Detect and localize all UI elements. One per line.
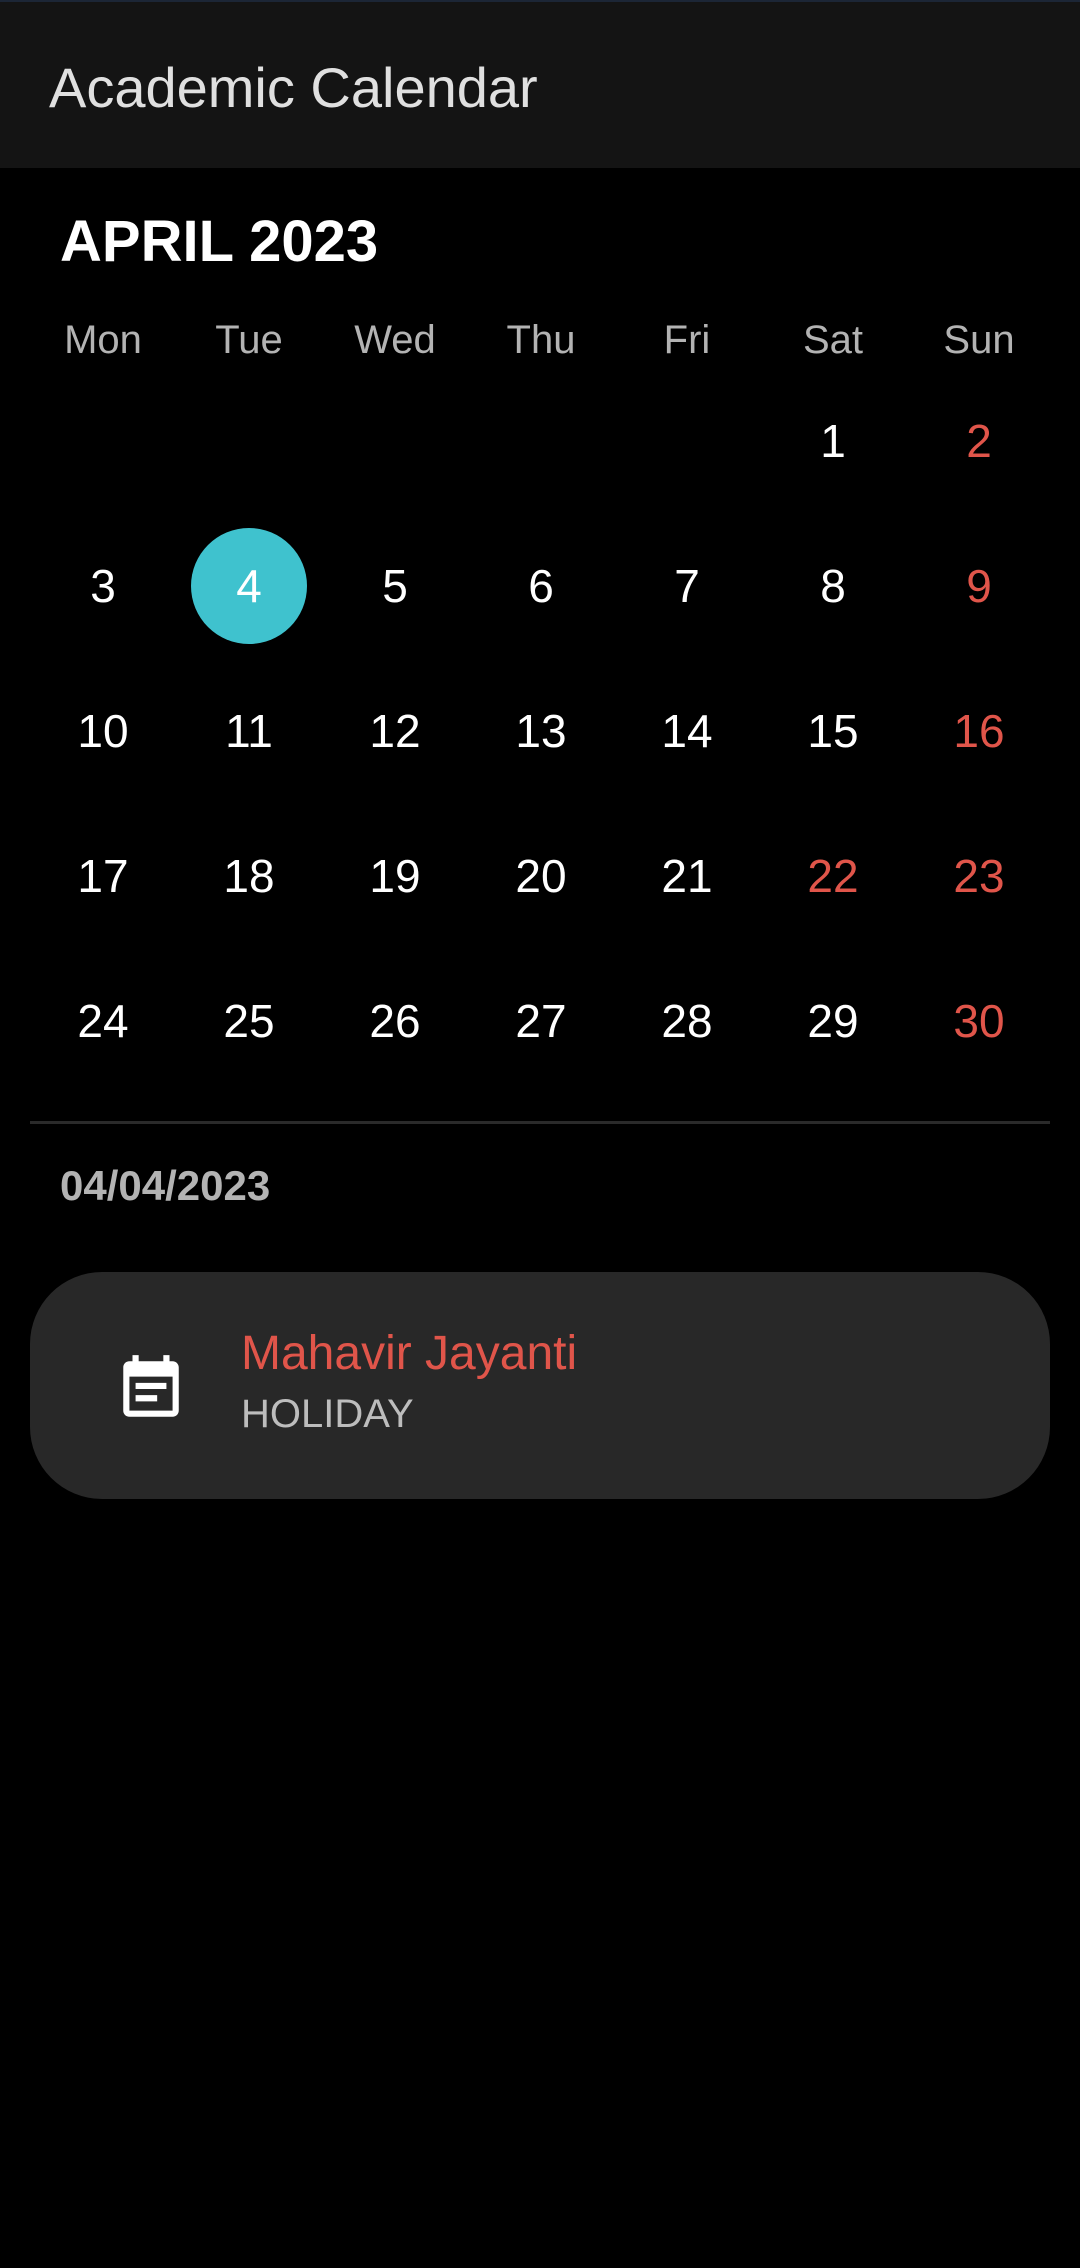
event-title: Mahavir Jayanti: [241, 1327, 578, 1380]
day-number: 12: [369, 705, 421, 757]
day-cell-9[interactable]: 9: [906, 526, 1052, 646]
day-cell-18[interactable]: 18: [176, 816, 322, 936]
day-cell-15[interactable]: 15: [760, 671, 906, 791]
event-card[interactable]: Mahavir Jayanti HOLIDAY: [30, 1272, 1050, 1499]
day-number: 10: [77, 705, 129, 757]
day-cell-29[interactable]: 29: [760, 961, 906, 1081]
day-cell-24[interactable]: 24: [30, 961, 176, 1081]
day-number: 18: [223, 850, 275, 902]
day-number: 23: [953, 850, 1005, 902]
day-cell-13[interactable]: 13: [468, 671, 614, 791]
day-number: 11: [225, 705, 273, 757]
selected-date: 04/04/2023: [60, 1162, 271, 1209]
day-cell-27[interactable]: 27: [468, 961, 614, 1081]
day-cell-6[interactable]: 6: [468, 526, 614, 646]
day-number: 27: [515, 995, 567, 1047]
weekday-thu: Thu: [506, 318, 576, 362]
divider: [30, 1121, 1050, 1124]
month-title: APRIL 2023: [60, 209, 379, 274]
day-cell-26[interactable]: 26: [322, 961, 468, 1081]
day-cell-8[interactable]: 8: [760, 526, 906, 646]
day-cell-21[interactable]: 21: [614, 816, 760, 936]
weekday-wed: Wed: [354, 318, 436, 362]
weekday-tue: Tue: [215, 318, 283, 362]
day-cell-14[interactable]: 14: [614, 671, 760, 791]
day-number: 6: [528, 560, 554, 612]
day-number: 22: [807, 850, 859, 902]
day-number: 26: [369, 995, 421, 1047]
day-cell-1[interactable]: 1: [760, 381, 906, 501]
day-number: 2: [966, 415, 992, 467]
day-number: 1: [820, 415, 846, 467]
day-cell-16[interactable]: 16: [906, 671, 1052, 791]
day-cell-10[interactable]: 10: [30, 671, 176, 791]
event-type: HOLIDAY: [241, 1392, 414, 1436]
day-number: 30: [953, 995, 1005, 1047]
day-cell-11[interactable]: 11: [176, 671, 322, 791]
day-number: 9: [966, 560, 992, 612]
app-title: Academic Calendar: [49, 56, 538, 119]
day-cell-2[interactable]: 2: [906, 381, 1052, 501]
day-cell-25[interactable]: 25: [176, 961, 322, 1081]
day-number: 25: [223, 995, 275, 1047]
day-number: 5: [382, 560, 408, 612]
day-cell-19[interactable]: 19: [322, 816, 468, 936]
day-cell-4[interactable]: 4: [176, 526, 322, 646]
day-number: 13: [515, 705, 567, 757]
day-cell-12[interactable]: 12: [322, 671, 468, 791]
day-number: 3: [90, 560, 116, 612]
day-number: 24: [77, 995, 129, 1047]
day-number: 19: [369, 850, 421, 902]
event-note-icon: [123, 1355, 179, 1417]
selected-day-number: 4: [191, 528, 307, 644]
day-number: 17: [77, 850, 129, 902]
day-number: 16: [953, 705, 1005, 757]
day-number: 8: [820, 560, 846, 612]
weekday-mon: Mon: [64, 318, 142, 362]
day-cell-22[interactable]: 22: [760, 816, 906, 936]
day-cell-7[interactable]: 7: [614, 526, 760, 646]
day-number: 14: [661, 705, 713, 757]
day-cell-30[interactable]: 30: [906, 961, 1052, 1081]
day-cell-3[interactable]: 3: [30, 526, 176, 646]
weekday-sat: Sat: [802, 318, 864, 362]
day-cell-28[interactable]: 28: [614, 961, 760, 1081]
weekday-fri: Fri: [663, 318, 711, 362]
day-cell-17[interactable]: 17: [30, 816, 176, 936]
day-number: 21: [661, 850, 713, 902]
day-number: 28: [661, 995, 713, 1047]
weekday-sun: Sun: [943, 318, 1015, 362]
day-number: 29: [807, 995, 859, 1047]
day-number: 15: [807, 705, 859, 757]
day-cell-23[interactable]: 23: [906, 816, 1052, 936]
day-number: 7: [674, 560, 700, 612]
day-cell-5[interactable]: 5: [322, 526, 468, 646]
app-bar: Academic Calendar: [0, 2, 1080, 168]
day-cell-20[interactable]: 20: [468, 816, 614, 936]
day-number: 20: [515, 850, 567, 902]
